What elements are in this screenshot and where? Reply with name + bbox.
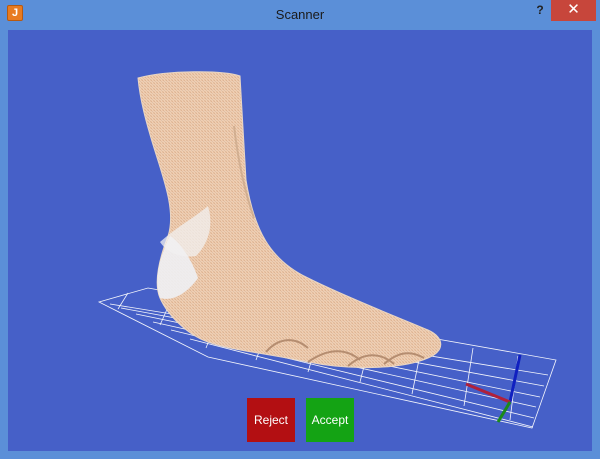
reject-button[interactable]: Reject [247,398,295,442]
accept-button[interactable]: Accept [306,398,354,442]
window-title: Scanner [275,7,325,22]
help-button[interactable]: ? [528,1,552,21]
title-bar[interactable]: J Scanner ? ✕ [0,0,600,30]
foot-scan-model [137,71,442,369]
3d-viewport[interactable]: Reject Accept [8,30,592,451]
scene-svg [97,71,557,429]
scanner-window: J Scanner ? ✕ Reject Accept [0,0,600,459]
close-button[interactable]: ✕ [551,0,596,21]
